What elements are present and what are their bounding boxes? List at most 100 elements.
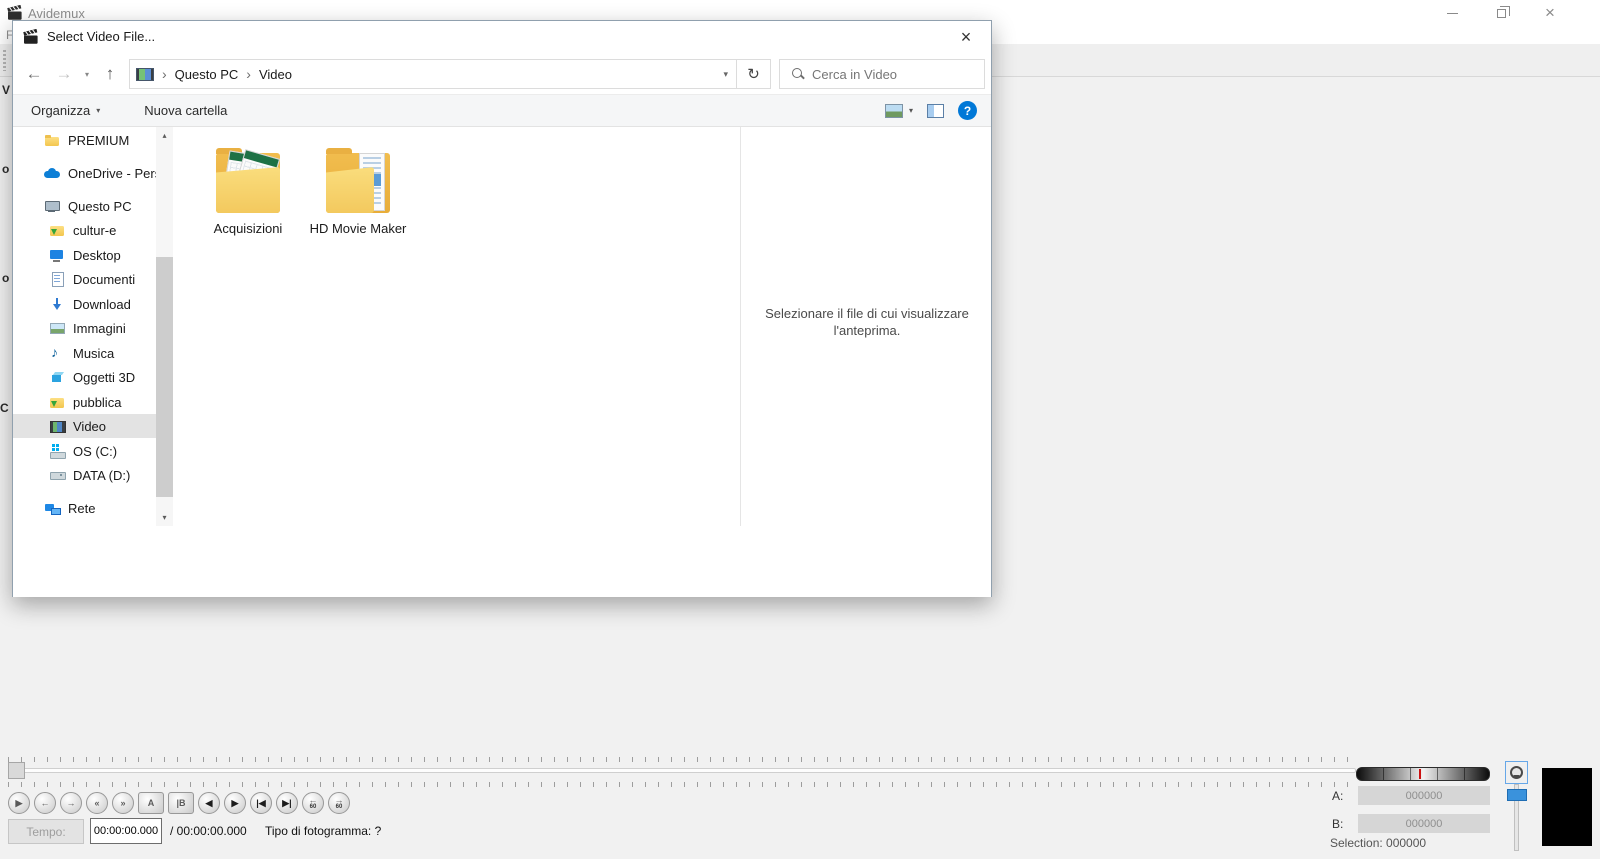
music-note-icon <box>49 344 66 361</box>
sidebar-item-video[interactable]: Video <box>13 414 156 438</box>
chevron-down-icon: ▾ <box>908 106 913 115</box>
next-frame-button[interactable]: → <box>60 792 82 814</box>
document-icon <box>49 271 66 287</box>
up-button[interactable]: ↑ <box>95 59 125 89</box>
folder-item-hd-movie-maker[interactable]: HD Movie Maker <box>305 135 411 236</box>
system-drive-icon <box>49 443 66 459</box>
change-view-button[interactable]: ▾ <box>884 103 913 118</box>
3d-cube-icon <box>49 369 66 385</box>
close-button[interactable]: × <box>1527 0 1573 26</box>
sidebar-item-data-d[interactable]: DATA (D:) <box>13 463 156 487</box>
shared-folder-icon <box>49 222 66 238</box>
search-icon <box>791 67 805 81</box>
sidebar-item-musica[interactable]: Musica <box>13 341 156 365</box>
sidebar-item-questo-pc[interactable]: Questo PC <box>13 194 156 218</box>
previous-frame-button[interactable]: ← <box>34 792 56 814</box>
sidebar-item-onedrive[interactable]: OneDrive - Person <box>13 161 156 185</box>
play-button[interactable]: ▶ <box>8 792 30 814</box>
video-folder-icon <box>136 67 154 81</box>
dialog-titlebar: Select Video File... × <box>13 21 991 54</box>
toolbar-view-controls: ▾ ? <box>884 101 977 120</box>
download-arrow-icon <box>49 296 66 312</box>
left-panel-fragment: C <box>0 401 9 415</box>
breadcrumb-questo-pc[interactable]: Questo PC <box>175 67 239 82</box>
network-icon <box>44 500 61 516</box>
preview-pane: Selezionare il file di cui visualizzare … <box>741 127 992 526</box>
search-box[interactable] <box>779 59 985 89</box>
forward-button[interactable]: → <box>49 59 79 89</box>
navigation-pane: PREMIUM OneDrive - Person Questo PC cult… <box>13 127 156 526</box>
previous-keyframe-button[interactable]: « <box>86 792 108 814</box>
scrollbar-thumb[interactable] <box>156 257 173 497</box>
address-bar[interactable]: › Questo PC › Video ▾ <box>129 59 737 89</box>
folder-item-acquisizioni[interactable]: Acquisizioni <box>195 135 301 236</box>
timeline-ticks <box>8 757 1356 762</box>
new-folder-button[interactable]: Nuova cartella <box>144 103 227 118</box>
breadcrumb-separator: › <box>162 66 167 82</box>
folder-with-files-icon <box>323 135 393 221</box>
search-input[interactable] <box>812 66 962 82</box>
sidebar-scrollbar[interactable]: ▴ ▾ <box>156 127 173 526</box>
dialog-close-button[interactable]: × <box>945 21 987 54</box>
timeline-handle[interactable] <box>8 762 25 779</box>
timeline-slider[interactable] <box>8 768 1356 773</box>
sidebar-item-desktop[interactable]: Desktop <box>13 243 156 267</box>
tempo-button[interactable]: Tempo: <box>8 819 84 844</box>
sidebar-item-documenti[interactable]: Documenti <box>13 267 156 291</box>
sidebar-item-download[interactable]: Download <box>13 292 156 316</box>
organize-button[interactable]: Organizza ▾ <box>31 103 100 118</box>
toolbar-grip[interactable] <box>3 50 6 71</box>
minimize-button[interactable] <box>1429 0 1475 26</box>
dialog-content: PREMIUM OneDrive - Person Questo PC cult… <box>13 127 991 526</box>
forward-one-minute-button[interactable]: → 60 <box>328 792 350 814</box>
scroll-up-button[interactable]: ▴ <box>156 127 173 144</box>
drive-icon <box>49 467 66 483</box>
history-dropdown-button[interactable]: ▾ <box>79 59 95 89</box>
sidebar-item-cultur-e[interactable]: cultur-e <box>13 218 156 242</box>
sidebar-item-oggetti-3d[interactable]: Oggetti 3D <box>13 365 156 389</box>
computer-icon <box>44 198 61 214</box>
window-title: Avidemux <box>28 6 85 21</box>
folder-name: HD Movie Maker <box>309 221 407 236</box>
sidebar-item-premium[interactable]: PREMIUM <box>13 128 156 152</box>
selection-label: Selection: 000000 <box>1330 836 1427 850</box>
set-marker-b-button[interactable]: |B <box>168 792 194 814</box>
last-frame-button[interactable]: ▶| <box>276 792 298 814</box>
restore-icon <box>1496 5 1510 18</box>
time-total: / 00:00:00.000 <box>170 824 247 838</box>
marker-b-field[interactable]: 000000 <box>1358 814 1490 833</box>
next-keyframe-button[interactable]: » <box>112 792 134 814</box>
goto-marker-b-button[interactable]: ▶ <box>224 792 246 814</box>
volume-handle[interactable] <box>1507 789 1527 801</box>
picture-icon <box>49 320 66 336</box>
back-one-minute-button[interactable]: ← 60 <box>302 792 324 814</box>
thumbnails-view-icon <box>884 103 903 118</box>
sidebar-item-pubblica[interactable]: pubblica <box>13 390 156 414</box>
cloud-icon <box>44 165 61 181</box>
mute-button[interactable] <box>1505 761 1528 784</box>
breadcrumb-video[interactable]: Video <box>259 67 292 82</box>
sidebar-item-immagini[interactable]: Immagini <box>13 316 156 340</box>
time-input[interactable]: 00:00:00.000 <box>90 818 162 844</box>
back-button[interactable]: ← <box>19 59 49 89</box>
dialog-footer: Nome file: video1.mp4 ▾ All files (*.*) … <box>13 526 991 597</box>
sidebar-item-rete[interactable]: Rete <box>13 496 156 520</box>
sidebar-item-os-c[interactable]: OS (C:) <box>13 439 156 463</box>
shuttle-jog-control[interactable] <box>1356 767 1490 781</box>
set-marker-a-button[interactable]: A <box>138 792 164 814</box>
goto-marker-a-button[interactable]: ◀ <box>198 792 220 814</box>
preview-pane-toggle-button[interactable] <box>927 103 944 118</box>
speaker-icon <box>1510 766 1523 779</box>
folder-with-spreadsheets-icon <box>213 135 283 221</box>
refresh-button[interactable]: ↻ <box>737 59 771 89</box>
help-button[interactable]: ? <box>958 101 977 120</box>
address-dropdown-icon[interactable]: ▾ <box>723 69 728 80</box>
restore-button[interactable] <box>1478 0 1524 26</box>
scroll-down-button[interactable]: ▾ <box>156 509 173 526</box>
desktop-icon <box>49 247 66 263</box>
dialog-navbar: ← → ▾ ↑ › Questo PC › Video ▾ ↻ <box>13 54 991 94</box>
marker-a-label: A: <box>1332 789 1344 803</box>
first-frame-button[interactable]: |◀ <box>250 792 272 814</box>
film-strip-icon <box>49 418 66 434</box>
marker-a-field[interactable]: 000000 <box>1358 786 1490 805</box>
